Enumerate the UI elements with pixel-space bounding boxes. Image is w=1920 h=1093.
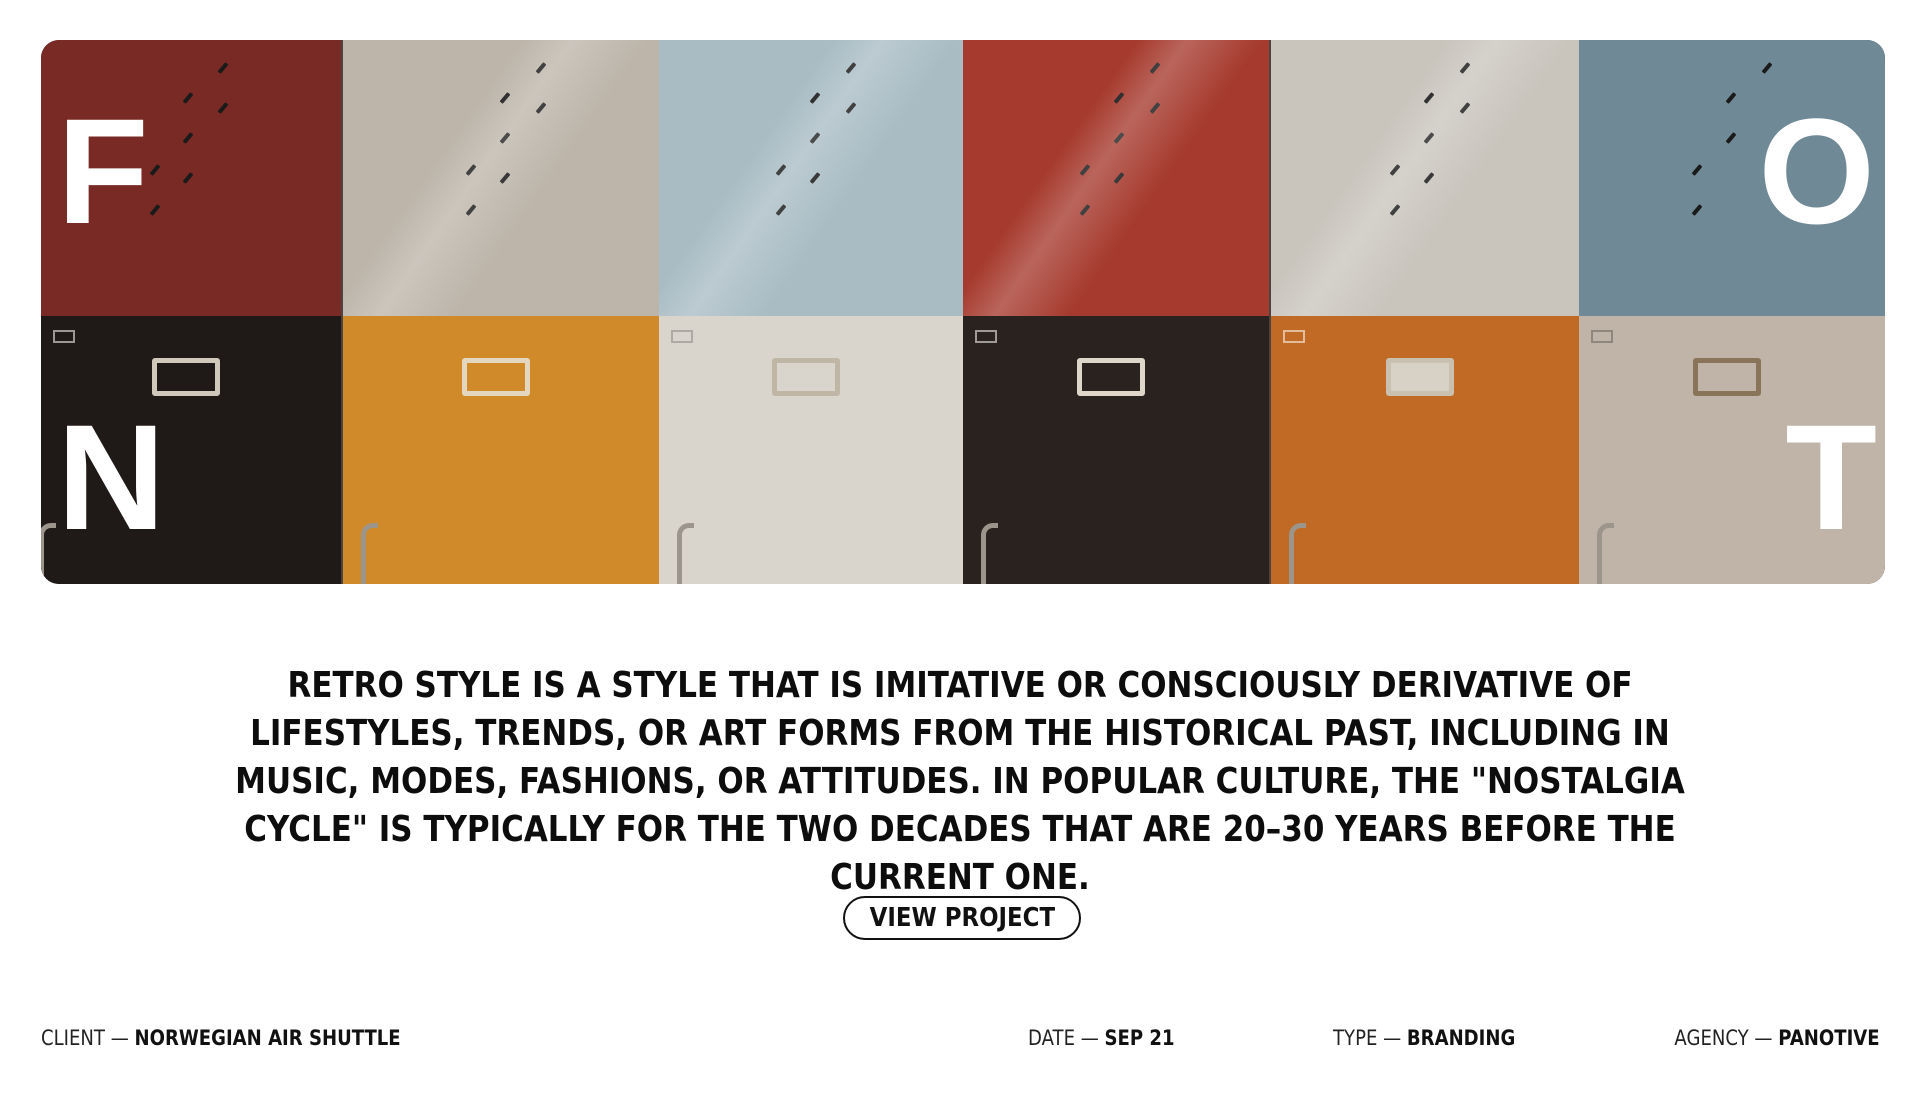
meta-type-value: BRANDING — [1406, 1026, 1516, 1050]
locker-door — [1271, 40, 1579, 316]
locker-door — [343, 316, 659, 584]
view-project-label: VIEW PROJECT — [869, 903, 1055, 933]
meta-client-key: CLIENT — — [41, 1026, 129, 1050]
meta-date-value: SEP 21 — [1104, 1026, 1175, 1050]
view-project-button[interactable]: VIEW PROJECT — [843, 896, 1081, 940]
meta-type: TYPE — BRANDING — [1333, 1026, 1545, 1050]
hero-letter-t: T — [1785, 393, 1877, 561]
locker-door — [963, 40, 1269, 316]
meta-agency: AGENCY — PANOTIVE — [1641, 1026, 1880, 1050]
meta-date-key: DATE — — [1028, 1026, 1099, 1050]
locker-door — [659, 316, 963, 584]
hero-letter-o: O — [1758, 87, 1875, 255]
meta-date: DATE — SEP 21 — [1028, 1026, 1198, 1050]
locker-door — [343, 40, 659, 316]
meta-client: CLIENT — NORWEGIAN AIR SHUTTLE — [41, 1026, 459, 1050]
locker-door — [963, 316, 1269, 584]
meta-client-value: NORWEGIAN AIR SHUTTLE — [134, 1026, 401, 1050]
hero-image: F N O T — [41, 40, 1885, 584]
meta-agency-key: AGENCY — — [1674, 1026, 1773, 1050]
hero-letter-f: F — [57, 87, 149, 255]
hero-letter-n: N — [57, 393, 165, 561]
meta-agency-value: PANOTIVE — [1778, 1026, 1880, 1050]
meta-type-key: TYPE — — [1333, 1026, 1402, 1050]
locker-door — [1271, 316, 1579, 584]
project-description: RETRO STYLE IS A STYLE THAT IS IMITATIVE… — [235, 665, 1685, 898]
locker-door — [659, 40, 963, 316]
